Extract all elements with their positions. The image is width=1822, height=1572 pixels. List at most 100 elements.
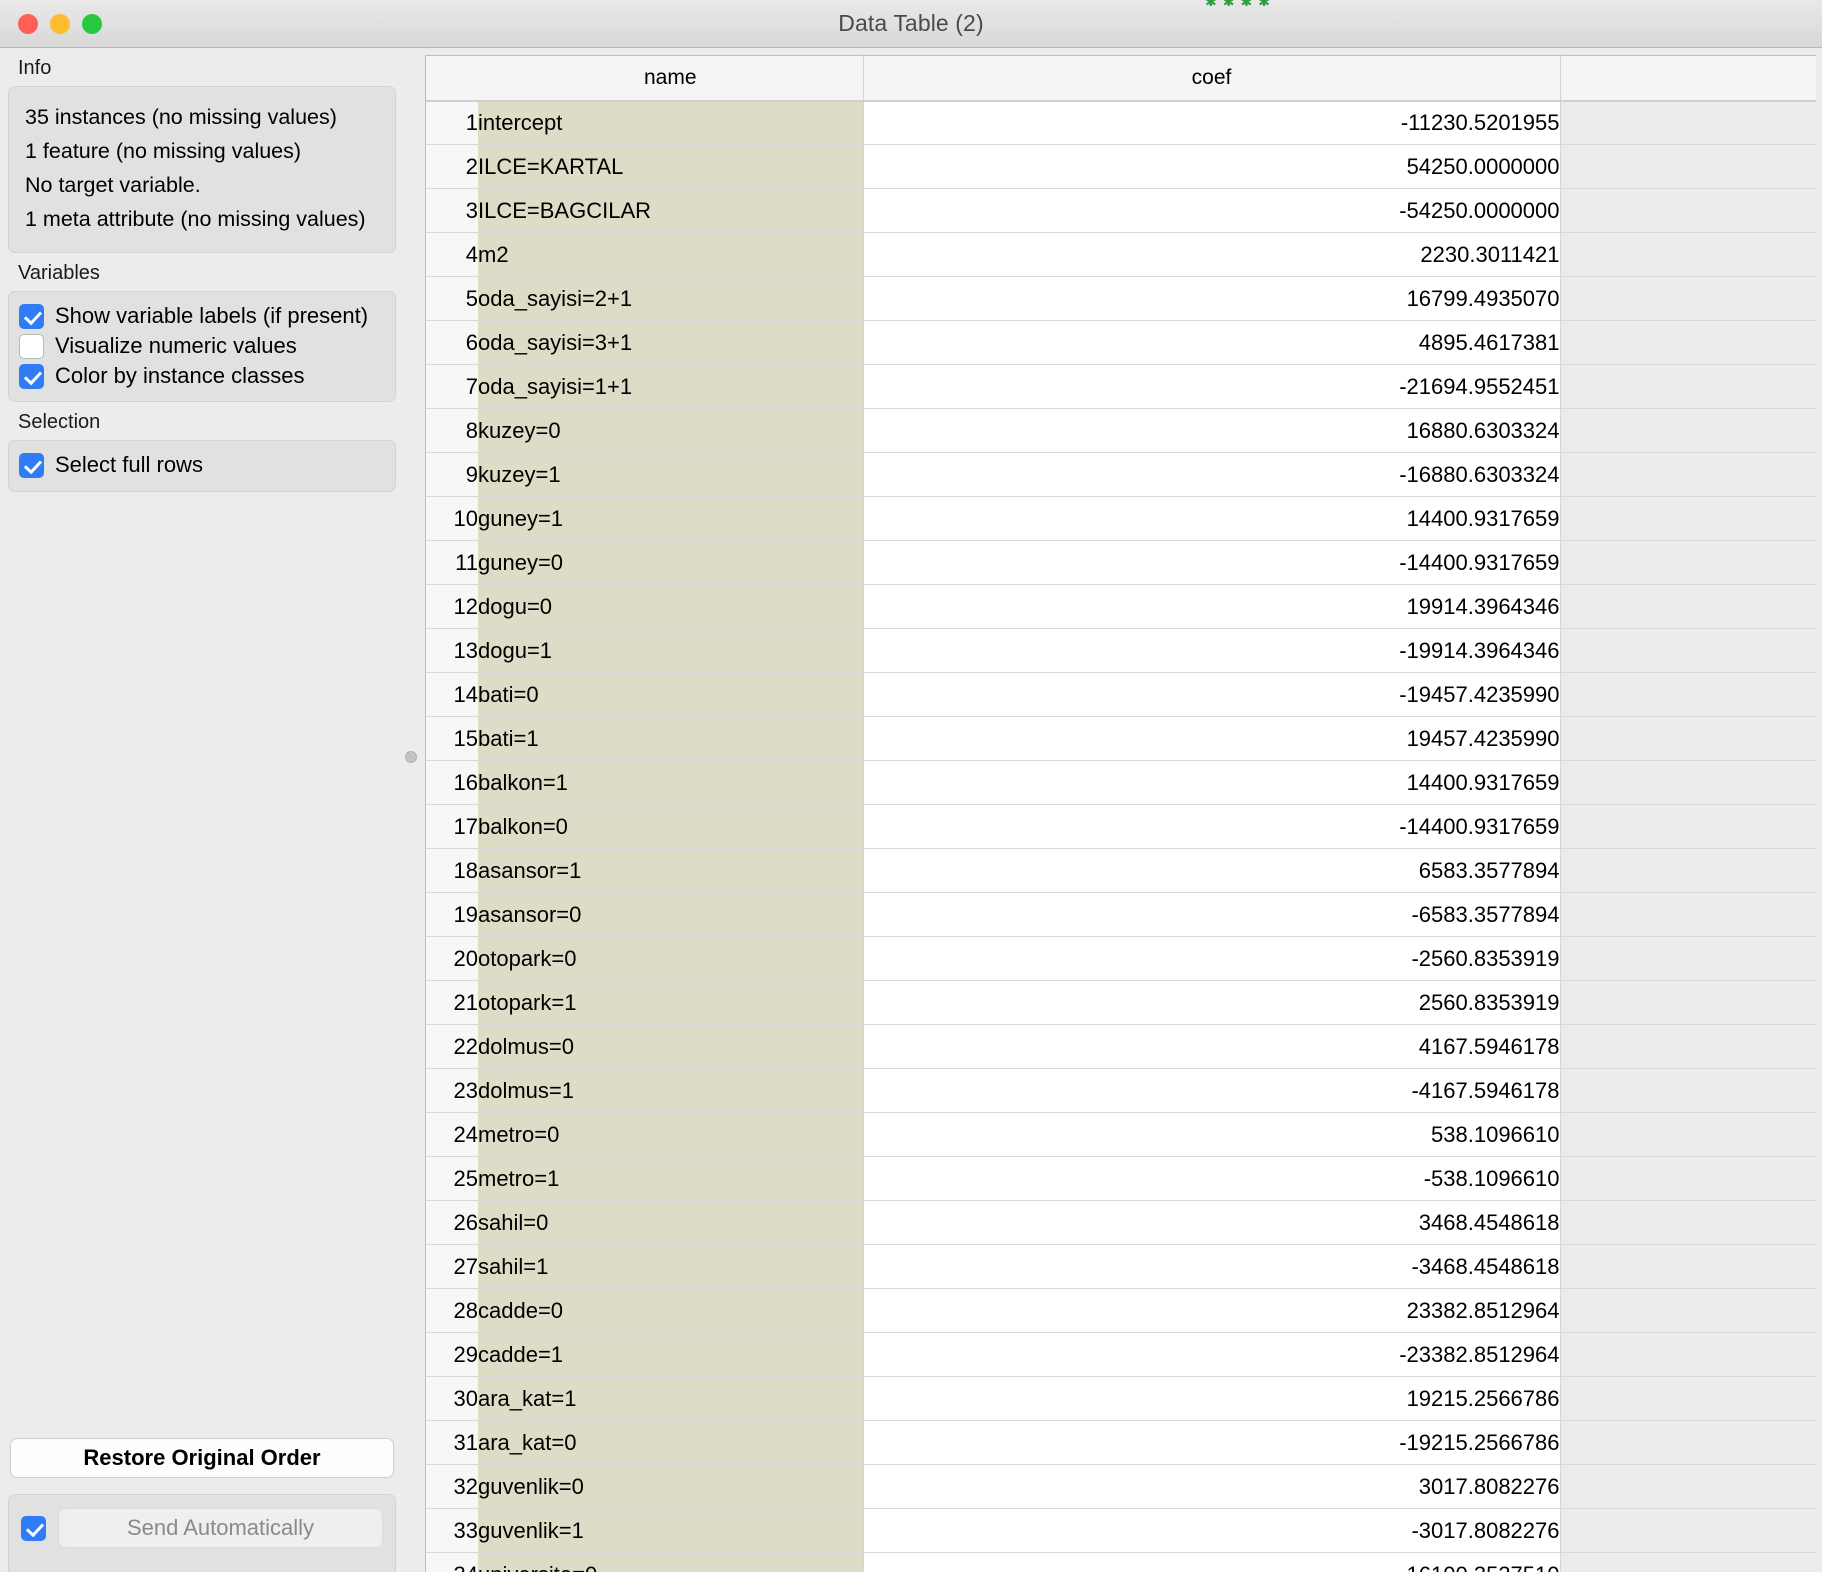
cell-name[interactable]: m2 (478, 232, 863, 277)
cell-name[interactable]: dogu=0 (478, 584, 863, 629)
cell-coef[interactable]: 2560.8353919 (862, 980, 1561, 1025)
table-row[interactable]: 6 oda_sayisi=3+1 4895.4617381 (426, 320, 1816, 365)
table-row[interactable]: 31 ara_kat=0 -19215.2566786 (426, 1420, 1816, 1465)
table-row[interactable]: 12 dogu=0 19914.3964346 (426, 584, 1816, 629)
table-row[interactable]: 27 sahil=1 -3468.4548618 (426, 1244, 1816, 1289)
cell-name[interactable]: guvenlik=1 (478, 1508, 863, 1553)
checkbox-color-by-instance-classes[interactable]: Color by instance classes (19, 361, 385, 391)
cell-name[interactable]: oda_sayisi=1+1 (478, 364, 863, 409)
cell-coef[interactable]: -19215.2566786 (862, 1420, 1561, 1465)
cell-name[interactable]: guney=1 (478, 496, 863, 541)
cell-coef[interactable]: 2230.3011421 (862, 232, 1561, 277)
splitter-handle[interactable] (405, 751, 417, 763)
restore-original-order-button[interactable]: Restore Original Order (10, 1438, 394, 1478)
send-automatically-button[interactable]: Send Automatically (58, 1508, 383, 1548)
table-row[interactable]: 30 ara_kat=1 19215.2566786 (426, 1376, 1816, 1421)
cell-name[interactable]: sahil=0 (478, 1200, 863, 1245)
table-row[interactable]: 13 dogu=1 -19914.3964346 (426, 628, 1816, 673)
cell-name[interactable]: cadde=0 (478, 1288, 863, 1333)
table-row[interactable]: 25 metro=1 -538.1096610 (426, 1156, 1816, 1201)
cell-name[interactable]: balkon=1 (478, 760, 863, 805)
cell-name[interactable]: ILCE=KARTAL (478, 144, 863, 189)
cell-name[interactable]: ara_kat=0 (478, 1420, 863, 1465)
cell-coef[interactable]: -11230.5201955 (862, 100, 1561, 145)
cell-name[interactable]: asansor=1 (478, 848, 863, 893)
cell-name[interactable]: dolmus=0 (478, 1024, 863, 1069)
cell-name[interactable]: dogu=1 (478, 628, 863, 673)
table-row[interactable]: 18 asansor=1 6583.3577894 (426, 848, 1816, 893)
table-row[interactable]: 17 balkon=0 -14400.9317659 (426, 804, 1816, 849)
checkbox-send-automatically[interactable] (21, 1515, 46, 1541)
table-row[interactable]: 24 metro=0 538.1096610 (426, 1112, 1816, 1157)
checkbox-show-variable-labels[interactable]: Show variable labels (if present) (19, 301, 385, 331)
cell-coef[interactable]: -54250.0000000 (862, 188, 1561, 233)
cell-coef[interactable]: -14400.9317659 (862, 540, 1561, 585)
table-row[interactable]: 7 oda_sayisi=1+1 -21694.9552451 (426, 364, 1816, 409)
cell-coef[interactable]: -16100.3537510 (862, 1552, 1561, 1572)
table-row[interactable]: 14 bati=0 -19457.4235990 (426, 672, 1816, 717)
cell-coef[interactable]: -21694.9552451 (862, 364, 1561, 409)
checkbox-visualize-numeric-values[interactable]: Visualize numeric values (19, 331, 385, 361)
table-row[interactable]: 32 guvenlik=0 3017.8082276 (426, 1464, 1816, 1509)
cell-coef[interactable]: -16880.6303324 (862, 452, 1561, 497)
cell-name[interactable]: kuzey=0 (478, 408, 863, 453)
column-header-coef[interactable]: coef (863, 55, 1561, 102)
cell-name[interactable]: cadde=1 (478, 1332, 863, 1377)
cell-name[interactable]: guvenlik=0 (478, 1464, 863, 1509)
cell-name[interactable]: guney=0 (478, 540, 863, 585)
cell-coef[interactable]: 23382.8512964 (862, 1288, 1561, 1333)
cell-name[interactable]: dolmus=1 (478, 1068, 863, 1113)
cell-coef[interactable]: -3017.8082276 (862, 1508, 1561, 1553)
panel-splitter[interactable] (404, 48, 418, 1572)
cell-coef[interactable]: -538.1096610 (862, 1156, 1561, 1201)
table-row[interactable]: 9 kuzey=1 -16880.6303324 (426, 452, 1816, 497)
table-row[interactable]: 34universite=0-16100.3537510 (426, 1552, 1816, 1572)
cell-name[interactable]: kuzey=1 (478, 452, 863, 497)
table-row[interactable]: 10 guney=1 14400.9317659 (426, 496, 1816, 541)
table-row[interactable]: 26 sahil=0 3468.4548618 (426, 1200, 1816, 1245)
cell-name[interactable]: ara_kat=1 (478, 1376, 863, 1421)
checkbox-visualize-numeric-values-box[interactable] (19, 333, 44, 359)
cell-coef[interactable]: 19215.2566786 (862, 1376, 1561, 1421)
cell-coef[interactable]: -3468.4548618 (862, 1244, 1561, 1289)
cell-name[interactable]: otopark=0 (478, 936, 863, 981)
table-row[interactable]: 33 guvenlik=1 -3017.8082276 (426, 1508, 1816, 1553)
table-row[interactable]: 8 kuzey=0 16880.6303324 (426, 408, 1816, 453)
table-row[interactable]: 28 cadde=0 23382.8512964 (426, 1288, 1816, 1333)
cell-coef[interactable]: -19914.3964346 (862, 628, 1561, 673)
table-row[interactable]: 22 dolmus=0 4167.5946178 (426, 1024, 1816, 1069)
cell-name[interactable]: universite=0 (478, 1552, 863, 1572)
cell-coef[interactable]: 3468.4548618 (862, 1200, 1561, 1245)
cell-coef[interactable]: -4167.5946178 (862, 1068, 1561, 1113)
table-row[interactable]: 2 ILCE=KARTAL 54250.0000000 (426, 144, 1816, 189)
column-header-name[interactable]: name (478, 55, 864, 102)
cell-name[interactable]: ILCE=BAGCILAR (478, 188, 863, 233)
close-button[interactable] (18, 13, 38, 34)
table-row[interactable]: 16 balkon=1 14400.9317659 (426, 760, 1816, 805)
table-row[interactable]: 15 bati=1 19457.4235990 (426, 716, 1816, 761)
cell-name[interactable]: bati=1 (478, 716, 863, 761)
cell-coef[interactable]: 6583.3577894 (862, 848, 1561, 893)
cell-name[interactable]: metro=1 (478, 1156, 863, 1201)
table-row[interactable]: 23 dolmus=1 -4167.5946178 (426, 1068, 1816, 1113)
checkbox-show-variable-labels-box[interactable] (19, 303, 44, 329)
cell-coef[interactable]: 538.1096610 (862, 1112, 1561, 1157)
cell-coef[interactable]: 16880.6303324 (862, 408, 1561, 453)
cell-coef[interactable]: 4895.4617381 (862, 320, 1561, 365)
cell-name[interactable]: oda_sayisi=3+1 (478, 320, 863, 365)
cell-name[interactable]: asansor=0 (478, 892, 863, 937)
cell-coef[interactable]: 3017.8082276 (862, 1464, 1561, 1509)
table-row[interactable]: 21 otopark=1 2560.8353919 (426, 980, 1816, 1025)
checkbox-select-full-rows[interactable]: Select full rows (19, 450, 385, 480)
cell-name[interactable]: intercept (478, 100, 863, 145)
cell-coef[interactable]: 4167.5946178 (862, 1024, 1561, 1069)
cell-name[interactable]: oda_sayisi=2+1 (478, 276, 863, 321)
cell-coef[interactable]: -23382.8512964 (862, 1332, 1561, 1377)
cell-coef[interactable]: 14400.9317659 (862, 496, 1561, 541)
cell-name[interactable]: metro=0 (478, 1112, 863, 1157)
cell-name[interactable]: sahil=1 (478, 1244, 863, 1289)
cell-coef[interactable]: -19457.4235990 (862, 672, 1561, 717)
maximize-button[interactable] (82, 13, 102, 34)
table-row[interactable]: 20 otopark=0 -2560.8353919 (426, 936, 1816, 981)
table-row[interactable]: 1 intercept -11230.5201955 (426, 100, 1816, 145)
